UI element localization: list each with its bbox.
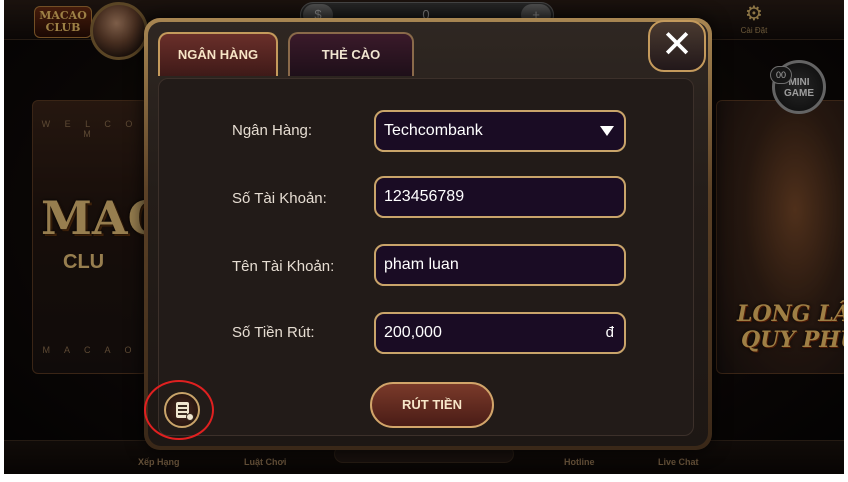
bank-select-value: Techcombank xyxy=(384,122,483,139)
close-icon: ✕ xyxy=(661,24,693,66)
chevron-down-icon xyxy=(600,126,614,136)
amount-field[interactable]: 200,000 đ xyxy=(374,312,626,354)
account-number-label: Số Tài Khoản: xyxy=(232,190,327,207)
account-number-value: 123456789 xyxy=(384,188,465,205)
bank-label: Ngân Hàng: xyxy=(232,122,313,139)
dialog-body: NGÂN HÀNG THẺ CÀO ✕ Ngân Hàng: Techcomba… xyxy=(148,20,708,446)
game-screen: MACAO CLUB $ 0 + ⚙ Cài Đặt W E L C O M M… xyxy=(4,0,844,474)
currency-suffix: đ xyxy=(605,324,614,341)
account-name-value: pham luan xyxy=(384,256,459,273)
account-number-field[interactable]: 123456789 xyxy=(374,176,626,218)
amount-label: Số Tiền Rút: xyxy=(232,324,315,341)
bank-select[interactable]: Techcombank xyxy=(374,110,626,152)
account-name-label: Tên Tài Khoản: xyxy=(232,258,335,275)
withdraw-button[interactable]: RÚT TIỀN xyxy=(370,382,494,428)
close-button[interactable]: ✕ xyxy=(648,20,706,72)
tab-card[interactable]: THẺ CÀO xyxy=(288,32,414,76)
withdraw-dialog: NGÂN HÀNG THẺ CÀO ✕ Ngân Hàng: Techcomba… xyxy=(144,18,712,450)
amount-value: 200,000 xyxy=(384,324,442,341)
account-name-field[interactable]: pham luan xyxy=(374,244,626,286)
highlight-ring xyxy=(144,380,214,440)
tab-bank[interactable]: NGÂN HÀNG xyxy=(158,32,278,76)
